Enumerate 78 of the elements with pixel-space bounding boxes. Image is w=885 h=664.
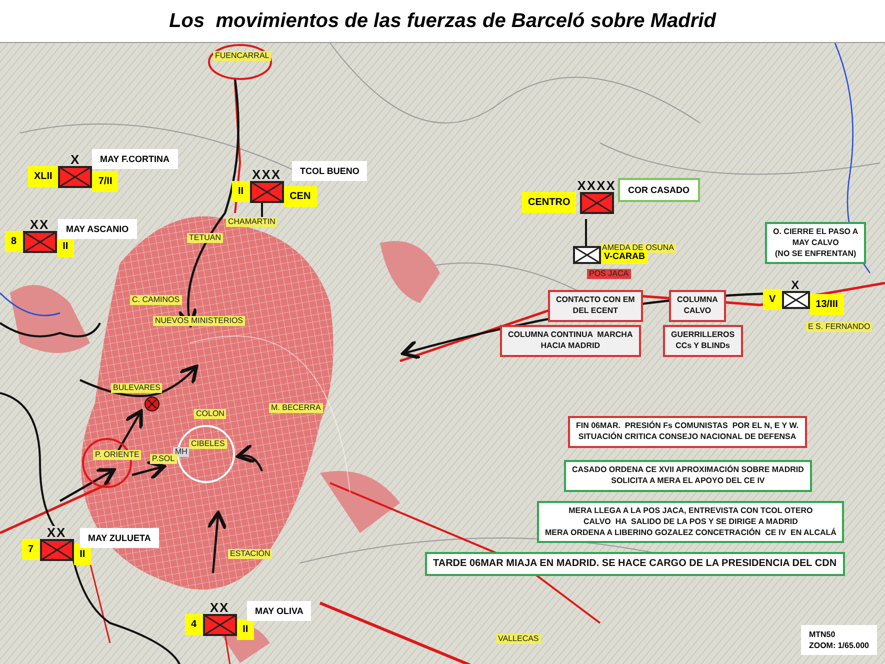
echelon-mark: XXX	[251, 168, 282, 181]
unit-tag: V	[763, 289, 782, 310]
note-text: FIN 06MAR. PRESIÓN Fs COMUNISTAS POR EL N, E Y W.	[576, 421, 799, 432]
note-text: HACIA MADRID	[540, 340, 601, 352]
unit-flag-icon	[782, 290, 810, 308]
note-text: COLUMNA CONTINUA MARCHA	[508, 330, 633, 341]
target-marker-icon	[144, 396, 160, 412]
commander-label: MAY ZULUETA	[80, 528, 159, 548]
unit-flag-icon	[202, 614, 237, 636]
movement-arrow	[59, 468, 116, 502]
commander-label: MAY OLIVA	[247, 601, 312, 621]
place-label: C. CAMINOS	[130, 295, 182, 305]
unit-tag: XLII	[28, 166, 58, 187]
echelon-mark: XX	[46, 526, 68, 539]
place-label: TETUAN	[187, 233, 223, 243]
note-text: COLUMNA	[677, 295, 718, 306]
place-label: NUEVOS MINISTERIOS	[153, 316, 246, 326]
note-text: CASADO ORDENA CE XVII APROXIMACIÓN SOBRE MADRID	[572, 465, 804, 476]
map-title: Los movimientos de las fuerzas de Barceló sobre Madrid	[168, 8, 718, 34]
highlight-circle	[177, 425, 235, 483]
note-text: TARDE 06MAR MIAJA EN MADRID. SE HACE CARGO DE LA PRESIDENCIA DEL CDN	[433, 557, 837, 570]
commander-label: MAY F.CORTINA	[92, 149, 178, 169]
unit-flag-icon	[250, 181, 284, 203]
unit-tag: CENTRO	[522, 192, 576, 213]
echelon-mark: XX	[208, 601, 230, 614]
place-label: CHAMARTIN	[226, 217, 278, 227]
note-text: CALVO HA SALIDO DE LA POS Y SE DIRIGE A MADRID	[582, 516, 799, 528]
unit-tag: 7/II	[92, 171, 118, 192]
note-text: CALVO	[682, 306, 712, 317]
unit-tag: 8	[5, 231, 23, 252]
place-label: BULEVARES	[111, 383, 162, 393]
movement-arrow	[132, 460, 166, 481]
unit-flag-icon	[573, 246, 601, 264]
unit-flag-icon	[22, 231, 57, 253]
unit-tag: 4	[185, 614, 203, 635]
unit-tag: II	[232, 181, 250, 202]
place-label: MH	[173, 447, 190, 457]
echelon-mark: X	[70, 153, 82, 166]
unit-tag: 7	[22, 539, 40, 560]
note-text: DEL ECENT	[572, 306, 619, 317]
movement-arrow	[117, 409, 143, 452]
note-text: SOLICITA A MERA EL APOYO DEL CE IV	[610, 476, 766, 487]
note-text: MERA LLEGA A LA POS JACA, ENTREVISTA CON TCOL OTERO	[568, 506, 814, 517]
unit-tag: V-CARAB	[601, 250, 648, 264]
place-label: VALLECAS	[496, 634, 541, 644]
unit-tag: 13/III	[810, 294, 844, 315]
place-label: M. BECERRA	[269, 403, 323, 413]
note-text: SITUACIÓN CRITICA CONSEJO NACIONAL DE DEFENSA	[577, 432, 798, 443]
echelon-mark: XXXX	[576, 179, 617, 192]
commander-label: COR CASADO	[618, 178, 700, 202]
unit-tag: II	[236, 619, 254, 640]
place-label: COLON	[194, 409, 226, 419]
unit-flag-icon	[58, 166, 92, 188]
place-label: ESTACIÓN	[228, 549, 272, 559]
note-text: CCs Y BLINDs	[674, 340, 731, 352]
note-text: O. CIERRE EL PASO A	[773, 227, 858, 238]
commander-label: TCOL BUENO	[292, 161, 368, 181]
note-text: CONTACTO CON EM	[556, 295, 635, 306]
place-label: E S. FERNANDO	[806, 322, 872, 332]
note-text: GUERRILLEROS	[671, 330, 735, 341]
movement-arrow	[236, 444, 264, 472]
place-label: P.SOL	[150, 454, 177, 464]
echelon-mark: X	[790, 278, 802, 290]
place-label: POS JACA	[587, 269, 631, 279]
place-label: P. ORIENTE	[93, 450, 142, 460]
unit-flag-icon	[40, 539, 74, 561]
note-text: MAY CALVO	[791, 238, 840, 249]
commander-label: MAY ASCANIO	[58, 219, 137, 239]
note-text: (NO SE ENFRENTAN)	[774, 248, 858, 260]
echelon-mark: XX	[28, 218, 50, 231]
place-label: FUENCARRAL	[213, 51, 272, 61]
unit-tag: CEN	[284, 186, 317, 207]
note-text: MERA ORDENA A LIBERINO GOZALEZ CONCETRACIÓN CE IV EN ALCALÁ	[545, 528, 836, 538]
highlight-circle	[208, 44, 272, 80]
place-label: CIBELES	[189, 439, 227, 449]
unit-flag-icon	[580, 192, 614, 214]
scale-label: MTN50 ZOOM: 1/65.000	[800, 624, 877, 655]
movement-arrow	[206, 511, 228, 574]
